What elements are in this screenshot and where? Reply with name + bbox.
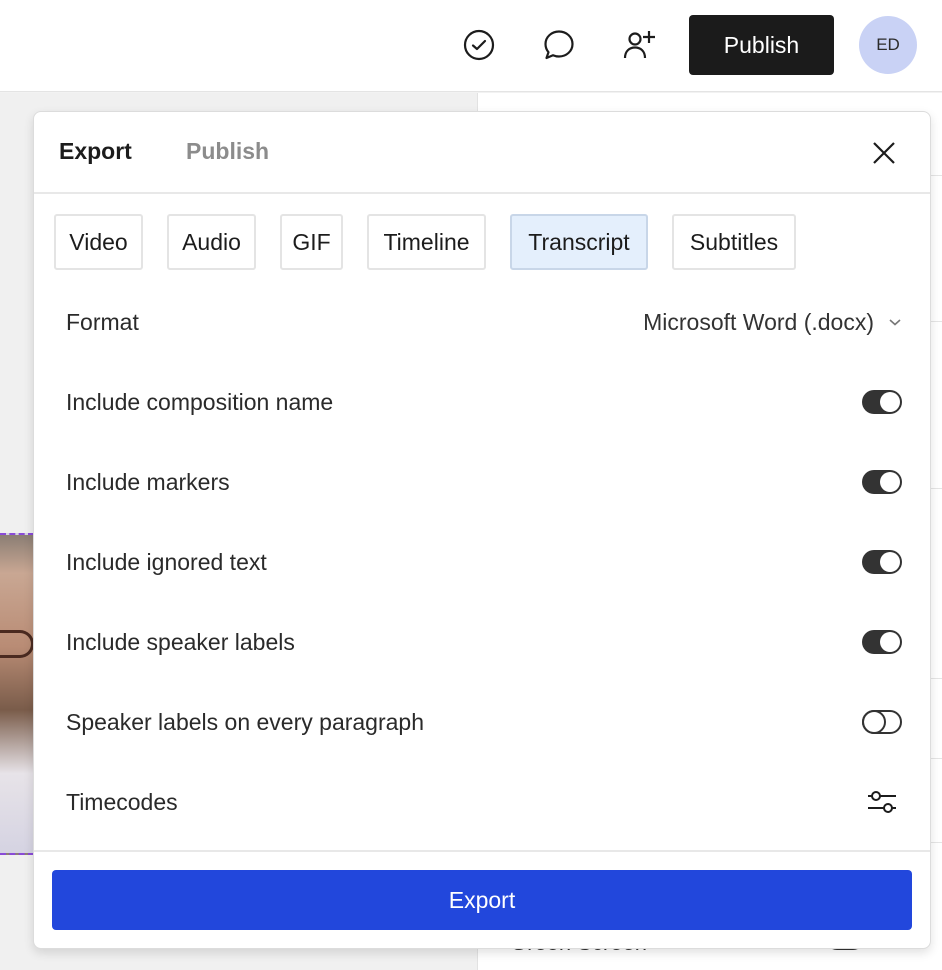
check-circle-icon <box>463 29 495 61</box>
add-user-icon <box>623 31 655 59</box>
include-markers-toggle[interactable] <box>862 470 902 494</box>
close-button[interactable] <box>870 139 898 167</box>
review-button[interactable] <box>460 26 498 64</box>
video-frame-detail <box>0 630 34 658</box>
export-button[interactable]: Export <box>52 870 912 930</box>
video-preview[interactable] <box>0 533 34 855</box>
option-label: Include markers <box>66 468 230 495</box>
option-row: Include markers <box>66 462 902 502</box>
timecodes-settings-button[interactable] <box>862 786 902 818</box>
footer-divider <box>34 850 930 852</box>
include-speaker-labels-toggle[interactable] <box>862 630 902 654</box>
toggle-knob <box>880 392 900 412</box>
option-label: Include speaker labels <box>66 628 295 655</box>
option-row: Include composition name <box>66 382 902 422</box>
tab-export[interactable]: Export <box>59 138 132 165</box>
export-dialog: Export Publish Video Audio GIF Timeline … <box>33 111 931 949</box>
toggle-knob <box>861 709 886 734</box>
publish-button[interactable]: Publish <box>689 15 834 75</box>
comment-icon <box>544 30 574 60</box>
tab-publish[interactable]: Publish <box>186 138 269 165</box>
toggle-knob <box>880 552 900 572</box>
speaker-labels-every-paragraph-toggle[interactable] <box>861 709 902 734</box>
export-type-timeline[interactable]: Timeline <box>367 214 486 270</box>
top-bar: Publish ED <box>0 0 942 92</box>
format-select[interactable]: Microsoft Word (.docx) <box>643 309 902 336</box>
chevron-down-icon <box>889 319 901 326</box>
include-composition-name-toggle[interactable] <box>862 390 902 414</box>
toggle-knob <box>880 472 900 492</box>
export-type-subtitles[interactable]: Subtitles <box>672 214 796 270</box>
option-label: Speaker labels on every paragraph <box>66 708 425 735</box>
format-row: Format Microsoft Word (.docx) <box>66 302 902 342</box>
close-icon <box>873 142 895 164</box>
option-row: Include speaker labels <box>66 622 902 662</box>
format-label: Format <box>66 308 139 335</box>
export-type-transcript[interactable]: Transcript <box>510 214 648 270</box>
avatar[interactable]: ED <box>859 16 917 74</box>
timecodes-row: Timecodes <box>66 782 902 822</box>
option-label: Include composition name <box>66 388 334 415</box>
sliders-icon <box>868 791 896 813</box>
option-row: Include ignored text <box>66 542 902 582</box>
timecodes-label: Timecodes <box>66 788 178 815</box>
export-type-audio[interactable]: Audio <box>167 214 256 270</box>
comments-button[interactable] <box>540 26 578 64</box>
toggle-knob <box>880 632 900 652</box>
dialog-header: Export Publish <box>34 112 930 194</box>
option-label: Include ignored text <box>66 548 267 575</box>
export-type-video[interactable]: Video <box>54 214 143 270</box>
format-value: Microsoft Word (.docx) <box>643 308 874 335</box>
include-ignored-text-toggle[interactable] <box>862 550 902 574</box>
export-type-gif[interactable]: GIF <box>280 214 343 270</box>
option-row: Speaker labels on every paragraph <box>66 702 902 742</box>
invite-button[interactable] <box>620 26 658 64</box>
